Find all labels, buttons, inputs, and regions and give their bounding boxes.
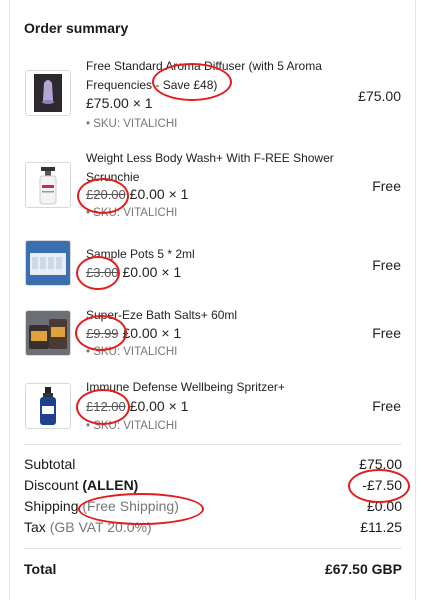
shipping-row: Shipping (Free Shipping) £0.00 <box>24 498 402 516</box>
tax-row: Tax (GB VAT 20.0%) £11.25 <box>24 519 402 537</box>
item-price-quantity: £75.00 × 1 <box>86 95 153 111</box>
item-price-quantity: £9.99 £0.00 × 1 <box>86 325 182 341</box>
total-label: Total <box>24 561 57 577</box>
item-sku: • SKU: VITALICHI <box>86 118 178 130</box>
sample-pots-thumbnail <box>25 240 71 286</box>
order-summary-title: Order summary <box>24 20 129 36</box>
shipping-label: Shipping <box>24 498 79 514</box>
divider <box>24 444 402 445</box>
tax-label: Tax <box>24 519 46 535</box>
item-name: Sample Pots 5 * 2ml <box>86 247 195 261</box>
discount-value: -£7.50 <box>362 477 402 493</box>
order-summary-panel: Order summary Free Standard Aroma Diffus… <box>9 0 416 600</box>
item-line-total: Free <box>372 398 401 414</box>
item-name: Weight Less Body Wash+ With F-REE Shower… <box>86 151 334 184</box>
total-row: Total £67.50 GBP <box>24 561 402 579</box>
tax-value: £11.25 <box>360 519 402 535</box>
body-wash-thumbnail <box>25 162 71 208</box>
item-price-quantity: £12.00 £0.00 × 1 <box>86 398 189 414</box>
aroma-diffuser-thumbnail <box>25 70 71 116</box>
item-sku: • SKU: VITALICHI <box>86 207 178 219</box>
tax-note: (GB VAT 20.0%) <box>49 519 152 535</box>
spritzer-thumbnail <box>25 383 71 429</box>
discount-code: (ALLEN) <box>82 477 139 493</box>
item-name: Super-Eze Bath Salts+ 60ml <box>86 308 238 322</box>
item-sku: • SKU: VITALICHI <box>86 346 178 358</box>
divider <box>24 548 402 549</box>
shipping-note: (Free Shipping) <box>82 498 179 514</box>
item-original-price: £12.00 <box>86 399 126 414</box>
item-line-total: Free <box>372 325 401 341</box>
item-sku: • SKU: VITALICHI <box>86 420 178 432</box>
subtotal-label: Subtotal <box>24 456 76 472</box>
item-original-price: £20.00 <box>86 187 126 202</box>
item-name: Immune Defense Wellbeing Spritzer+ <box>86 380 285 394</box>
subtotal-value: £75.00 <box>359 456 402 472</box>
item-price-quantity: £3.00 £0.00 × 1 <box>86 264 182 280</box>
discount-label: Discount <box>24 477 79 493</box>
shipping-value: £0.00 <box>366 498 402 514</box>
item-line-total: Free <box>372 178 401 194</box>
item-price-quantity: £20.00 £0.00 × 1 <box>86 186 189 202</box>
item-name: Free Standard Aroma Diffuser (with 5 Aro… <box>86 59 322 92</box>
subtotal-row: Subtotal £75.00 <box>24 456 402 474</box>
bath-salts-thumbnail <box>25 310 71 356</box>
total-value: £67.50 GBP <box>324 561 402 577</box>
item-original-price: £9.99 <box>86 326 119 341</box>
discount-row: Discount (ALLEN) -£7.50 <box>24 477 402 495</box>
item-line-total: Free <box>372 257 401 273</box>
item-original-price: £3.00 <box>86 265 119 280</box>
item-line-total: £75.00 <box>358 88 401 104</box>
